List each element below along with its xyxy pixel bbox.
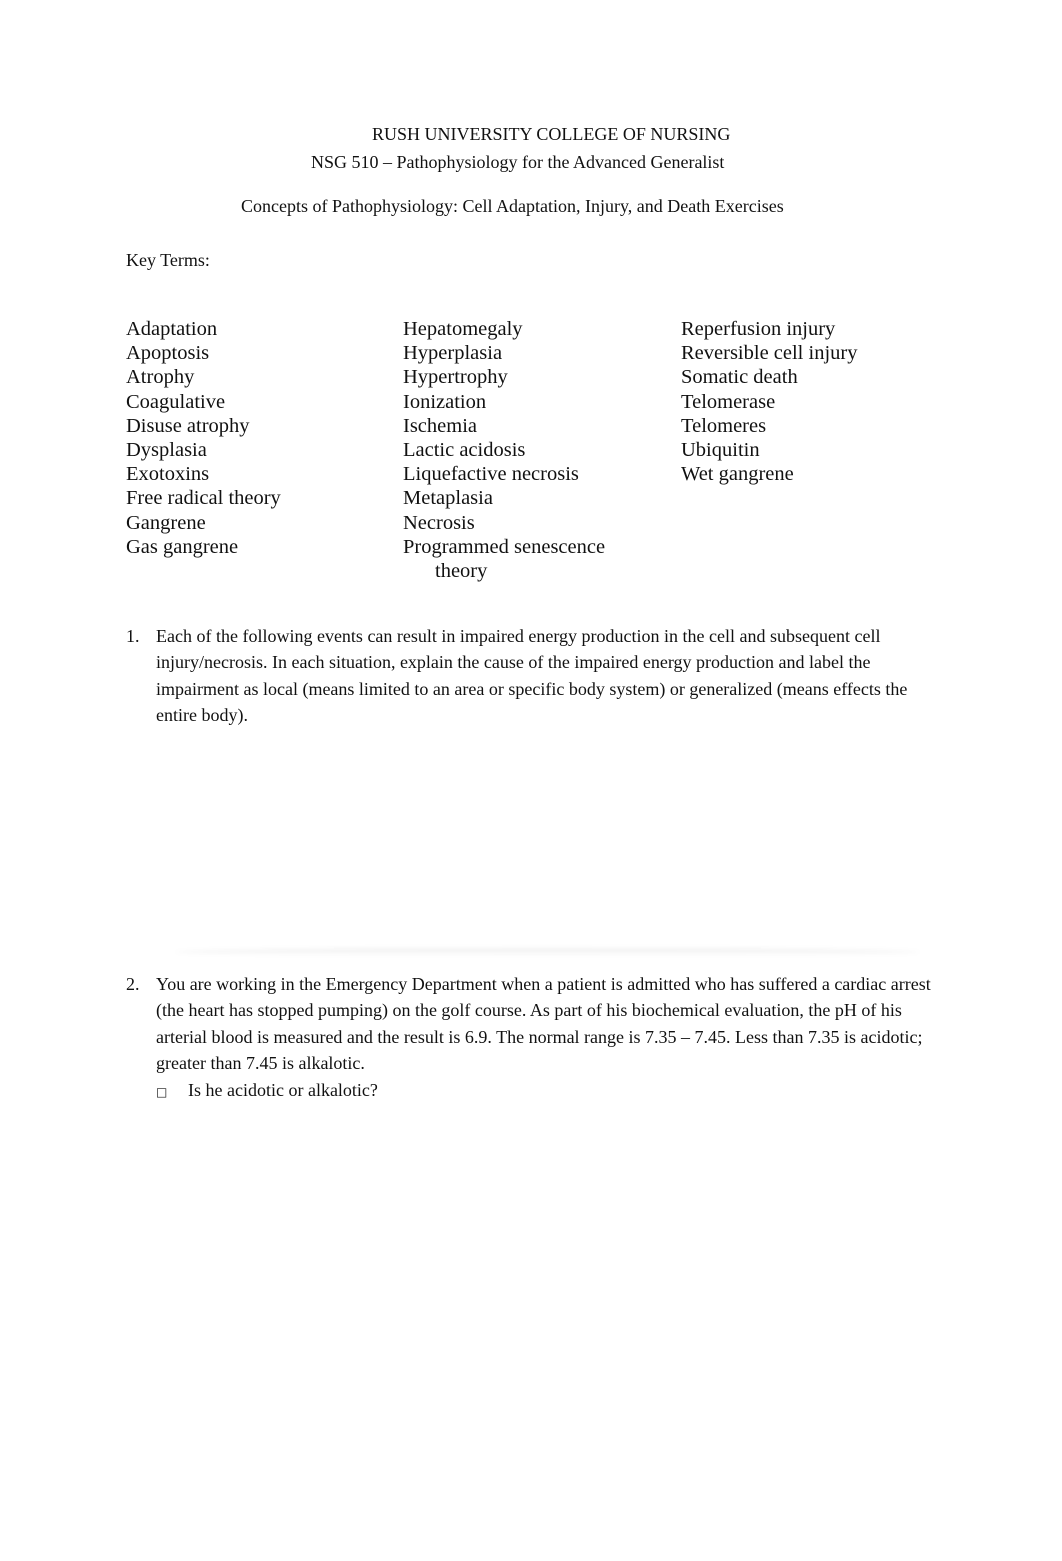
key-term: Metaplasia [403, 487, 493, 510]
question-number: 2. [126, 974, 140, 994]
key-term: Atrophy [126, 366, 195, 389]
key-term: Somatic death [681, 366, 798, 389]
key-term: Reperfusion injury [681, 318, 836, 340]
key-term: Telomeres [681, 414, 767, 437]
key-term: Necrosis [403, 511, 475, 534]
key-term: Coagulative [126, 390, 226, 413]
course-heading: NSG 510 – Pathophysiology for the Advanc… [311, 152, 725, 172]
key-term: Ionization [403, 390, 487, 413]
key-term: Wet gangrene [681, 463, 794, 486]
section-divider [175, 948, 920, 956]
key-term: Lactic acidosis [403, 439, 526, 462]
question-text: You are working in the Emergency Departm… [156, 974, 931, 1074]
question-number: 1. [126, 626, 140, 646]
key-term: Free radical theory [126, 487, 281, 510]
checkbox-bullet-icon: □ [156, 1084, 168, 1099]
sub-question-text: Is he acidotic or alkalotic? [188, 1079, 378, 1100]
key-terms-column-1: Adaptation Apoptosis Atrophy Coagulative… [126, 317, 281, 559]
question-2: 2. You are working in the Emergency Depa… [126, 971, 946, 1105]
institution-heading: RUSH UNIVERSITY COLLEGE OF NURSING [372, 124, 731, 144]
key-term: Adaptation [126, 318, 218, 340]
key-term-continuation: theory [435, 560, 488, 583]
key-term: Dysplasia [126, 439, 207, 462]
key-term: Apoptosis [126, 342, 210, 365]
question-text: Each of the following events can result … [156, 626, 908, 726]
key-term: Ischemia [403, 414, 477, 437]
question-1: 1. Each of the following events can resu… [126, 623, 946, 729]
key-term: Exotoxins [126, 463, 210, 486]
key-terms-column-3: Reperfusion injury Reversible cell injur… [681, 317, 857, 486]
key-term: Programmed senescence [403, 535, 606, 558]
key-terms-column-2: Hepatomegaly Hyperplasia Hypertrophy Ion… [403, 317, 605, 583]
key-term: Telomerase [681, 390, 776, 413]
key-term: Disuse atrophy [126, 414, 250, 437]
key-term: Liquefactive necrosis [403, 463, 579, 486]
key-term: Hyperplasia [403, 342, 503, 365]
key-term: Gas gangrene [126, 535, 239, 558]
key-terms-label: Key Terms: [126, 250, 210, 270]
key-term: Hypertrophy [403, 366, 508, 389]
sub-question: □ Is he acidotic or alkalotic? [156, 1077, 946, 1105]
document-title: Concepts of Pathophysiology: Cell Adapta… [241, 196, 784, 216]
key-term: Reversible cell injury [681, 342, 858, 365]
key-term: Hepatomegaly [403, 318, 523, 340]
key-term: Gangrene [126, 511, 206, 534]
key-term: Ubiquitin [681, 439, 760, 462]
